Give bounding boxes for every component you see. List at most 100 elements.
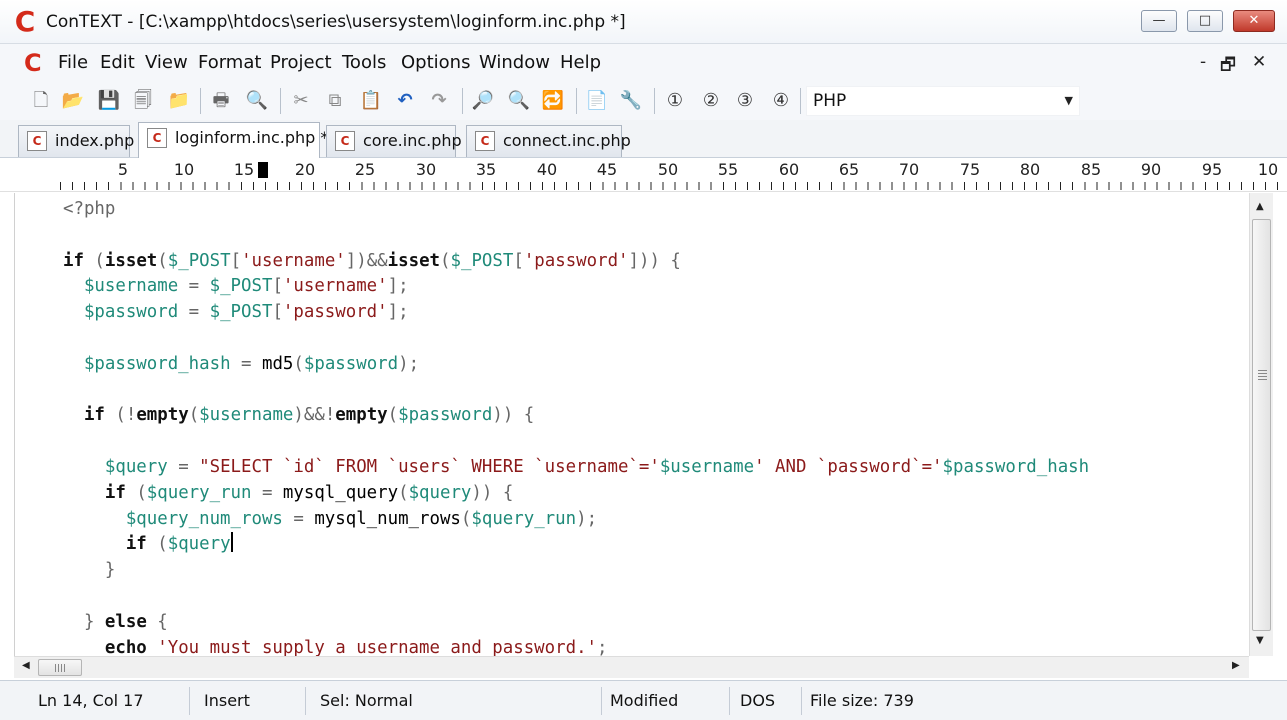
document-restore-button[interactable]: 🗗 xyxy=(1220,52,1236,81)
replace-icon[interactable]: 🔁 xyxy=(540,88,566,114)
toolbar-separator xyxy=(280,88,281,114)
ruler-number: 10 xyxy=(1257,160,1279,179)
find-next-icon[interactable]: 🔍 xyxy=(506,88,532,114)
code-line: } xyxy=(104,560,116,581)
scroll-grip-icon xyxy=(1258,370,1267,380)
menu-window[interactable]: Window xyxy=(479,52,550,73)
code-line: $query_num_rows = mysql_num_rows($query_… xyxy=(125,508,598,529)
menu-project[interactable]: Project xyxy=(270,52,332,73)
php-file-icon: C xyxy=(475,131,495,151)
code-editor[interactable]: <?php if (isset($_POST['username'])&&iss… xyxy=(14,193,1248,656)
ruler-number: 5 xyxy=(117,160,129,179)
status-bar: Ln 14, Col 17 Insert Sel: Normal Modifie… xyxy=(0,680,1287,720)
document-minimize-button[interactable]: - xyxy=(1200,52,1206,72)
find-icon[interactable]: 🔎 xyxy=(470,88,496,114)
menu-view[interactable]: View xyxy=(145,52,188,73)
ruler-number: 60 xyxy=(778,160,800,179)
menu-tools[interactable]: Tools xyxy=(342,52,386,73)
toolbar: 🗋 📂 💾 🗐 📁 🖶 🔍 ✂ ⧉ 📋 ↶ ↷ 🔎 🔍 🔁 📄 🔧 ① ② ③ … xyxy=(0,82,1287,120)
ruler-number: 25 xyxy=(354,160,376,179)
ruler-number: 35 xyxy=(475,160,497,179)
ruler-number: 70 xyxy=(898,160,920,179)
ruler-number: 30 xyxy=(415,160,437,179)
redo-icon[interactable]: ↷ xyxy=(426,88,452,114)
maximize-button[interactable]: □ xyxy=(1187,10,1223,32)
ruler-number: 95 xyxy=(1201,160,1223,179)
scroll-down-arrow-icon[interactable]: ▼ xyxy=(1256,635,1264,646)
title-bar: C ConTEXT - [C:\xampp\htdocs\series\user… xyxy=(0,0,1287,44)
copy-icon[interactable]: ⧉ xyxy=(322,88,348,114)
chevron-down-icon[interactable]: ▼ xyxy=(1065,87,1073,115)
ruler-number: 75 xyxy=(959,160,981,179)
horizontal-scrollbar[interactable]: ◀ ▶ xyxy=(14,656,1249,678)
vertical-scroll-thumb[interactable] xyxy=(1252,219,1271,631)
menu-help[interactable]: Help xyxy=(560,52,601,73)
user-command-1-icon[interactable]: ① xyxy=(662,88,688,114)
undo-icon[interactable]: ↶ xyxy=(392,88,418,114)
ruler-number: 90 xyxy=(1140,160,1162,179)
tab-bar: C index.php C loginform.inc.php * C core… xyxy=(0,120,1287,158)
cut-icon[interactable]: ✂ xyxy=(288,88,314,114)
menu-edit[interactable]: Edit xyxy=(100,52,135,73)
paste-icon[interactable]: 📋 xyxy=(358,88,384,114)
language-select-value: PHP xyxy=(813,91,847,111)
code-text[interactable]: <?php if (isset($_POST['username'])&&iss… xyxy=(63,197,1089,656)
ruler-column-marker xyxy=(258,162,268,178)
tab-label: index.php xyxy=(55,131,135,150)
menu-bar: C File Edit View Format Project Tools Op… xyxy=(0,44,1287,82)
open-folder-icon[interactable]: 📂 xyxy=(60,88,86,114)
tools-icon[interactable]: 🔧 xyxy=(618,88,644,114)
ruler-number: 55 xyxy=(717,160,739,179)
toolbar-separator xyxy=(462,88,463,114)
tab-core-inc-php[interactable]: C core.inc.php xyxy=(326,125,462,157)
menu-options[interactable]: Options xyxy=(401,52,470,73)
ruler-number: 80 xyxy=(1019,160,1041,179)
ruler-number: 15 xyxy=(233,160,255,179)
close-button[interactable]: ✕ xyxy=(1233,10,1275,32)
language-select[interactable]: PHP ▼ xyxy=(806,86,1080,116)
user-command-3-icon[interactable]: ③ xyxy=(732,88,758,114)
new-file-icon[interactable]: 🗋 xyxy=(28,88,54,114)
scroll-up-arrow-icon[interactable]: ▲ xyxy=(1256,201,1264,212)
ruler-number: 50 xyxy=(657,160,679,179)
code-line: if (isset($_POST['username'])&&isset($_P… xyxy=(63,250,681,271)
toolbar-separator xyxy=(654,88,655,114)
minimize-button[interactable]: — xyxy=(1141,10,1177,32)
scroll-left-arrow-icon[interactable]: ◀ xyxy=(22,660,30,671)
vertical-scrollbar[interactable]: ▲ ▼ xyxy=(1249,193,1273,656)
horizontal-scroll-thumb[interactable] xyxy=(38,659,82,676)
code-line: if ($query xyxy=(125,532,233,555)
save-all-icon[interactable]: 🗐 xyxy=(130,88,156,114)
status-selection-mode: Sel: Normal xyxy=(312,687,602,715)
tab-connect-inc-php[interactable]: C connect.inc.php xyxy=(466,125,631,157)
code-line: $username = $_POST['username']; xyxy=(83,276,409,297)
toolbar-separator xyxy=(576,88,577,114)
code-line: if ($query_run = mysql_query($query)) { xyxy=(104,482,514,503)
ruler-number: 85 xyxy=(1080,160,1102,179)
open-project-icon[interactable]: 📁 xyxy=(166,88,192,114)
ruler-ticks xyxy=(60,182,1280,190)
code-line: <?php xyxy=(63,199,116,219)
user-command-2-icon[interactable]: ② xyxy=(698,88,724,114)
user-command-4-icon[interactable]: ④ xyxy=(768,88,794,114)
text-cursor xyxy=(230,532,233,553)
document-menu-icon[interactable]: C xyxy=(24,48,48,78)
menu-format[interactable]: Format xyxy=(198,52,261,73)
tab-loginform-inc-php[interactable]: C loginform.inc.php * xyxy=(138,122,328,158)
toolbar-separator xyxy=(800,88,801,114)
menu-file[interactable]: File xyxy=(58,52,88,73)
tab-index-php[interactable]: C index.php xyxy=(18,125,134,157)
document-close-button[interactable]: ✕ xyxy=(1252,52,1266,72)
print-icon[interactable]: 🖶 xyxy=(208,88,234,114)
save-icon[interactable]: 💾 xyxy=(96,88,122,114)
code-line: $query = "SELECT `id` FROM `users` WHERE… xyxy=(104,456,1090,477)
print-preview-icon[interactable]: 🔍 xyxy=(244,88,270,114)
export-icon[interactable]: 📄 xyxy=(584,88,610,114)
tab-label: loginform.inc.php * xyxy=(175,128,329,147)
scroll-right-arrow-icon[interactable]: ▶ xyxy=(1232,660,1240,671)
